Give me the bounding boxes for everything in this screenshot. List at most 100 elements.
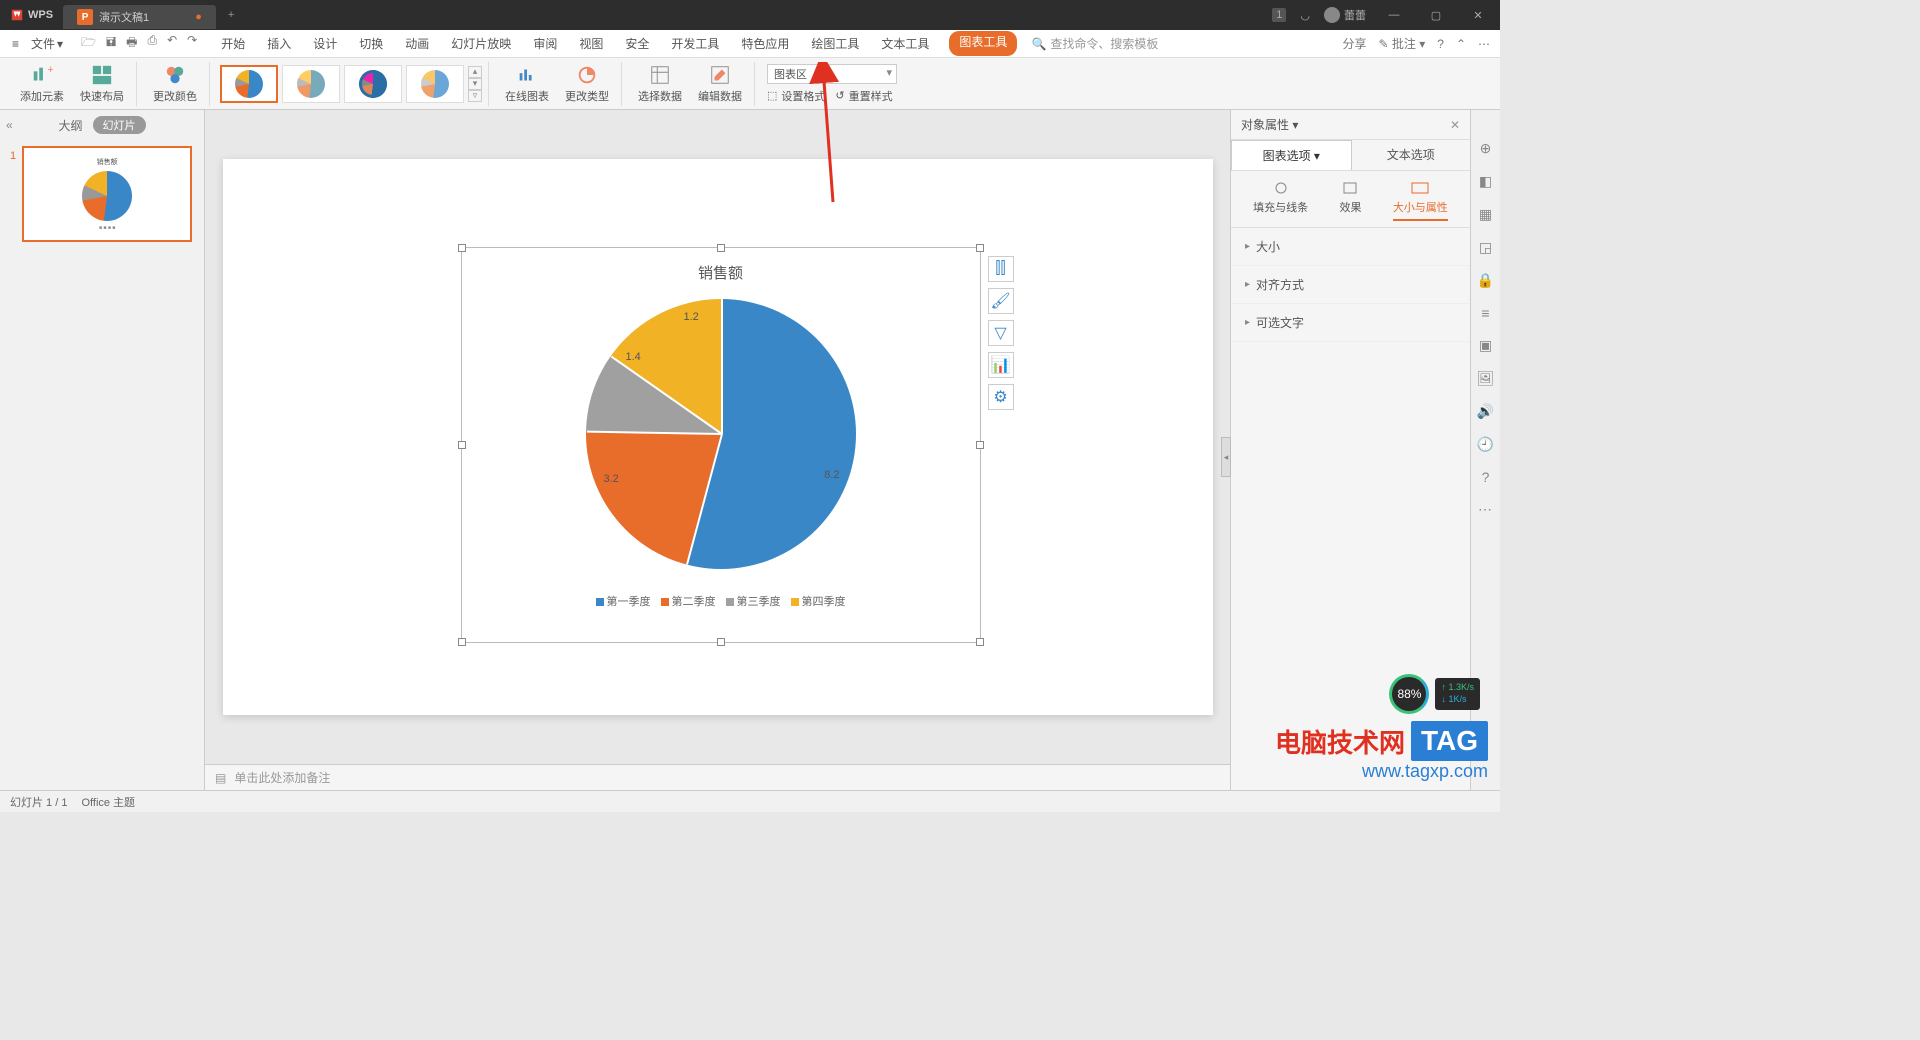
chart-settings-icon[interactable]: ⚙ xyxy=(988,384,1014,410)
slides-tab[interactable]: 幻灯片 xyxy=(93,116,146,134)
pie-chart[interactable] xyxy=(586,299,856,569)
skin-icon[interactable]: ◡ xyxy=(1300,9,1310,22)
tab-special[interactable]: 特色应用 xyxy=(739,31,791,56)
gallery-down-icon[interactable]: ▾ xyxy=(468,78,482,90)
help-icon[interactable]: ? xyxy=(1437,37,1444,51)
close-panel-icon[interactable]: ✕ xyxy=(1450,118,1460,132)
tab-design[interactable]: 设计 xyxy=(311,31,339,56)
tab-home[interactable]: 开始 xyxy=(219,31,247,56)
document-tab[interactable]: P 演示文稿1 ● xyxy=(63,5,216,29)
user-account[interactable]: 蕾蕾 xyxy=(1324,7,1366,23)
print-preview-icon[interactable]: ⎙ xyxy=(147,33,157,54)
slide-thumbnail[interactable]: 销售额 ■ ■ ■ ■ xyxy=(22,146,192,242)
tab-animation[interactable]: 动画 xyxy=(403,31,431,56)
resize-handle[interactable] xyxy=(717,638,725,646)
resize-handle[interactable] xyxy=(458,441,466,449)
undo-icon[interactable]: ↶ xyxy=(167,33,177,54)
rail-more-icon[interactable]: ⋯ xyxy=(1478,501,1493,518)
add-tab-button[interactable]: + xyxy=(216,9,246,21)
effect-subtab[interactable]: 效果 xyxy=(1336,181,1364,221)
chart-style-3[interactable] xyxy=(344,65,402,103)
chart-elements-icon[interactable]: ⫿⫿ xyxy=(988,256,1014,282)
notes-bar[interactable]: ▤ 单击此处添加备注 xyxy=(205,764,1230,790)
change-color-button[interactable]: 更改颜色 xyxy=(149,62,201,106)
align-section[interactable]: ▸对齐方式 xyxy=(1231,266,1470,304)
rail-sound-icon[interactable]: 🔊 xyxy=(1477,403,1494,420)
chart-style-2[interactable] xyxy=(282,65,340,103)
rail-lock-icon[interactable]: 🔒 xyxy=(1477,272,1494,289)
more-icon[interactable]: ⋯ xyxy=(1478,37,1490,51)
chart-title[interactable]: 销售额 xyxy=(462,248,980,283)
chart-filter-icon[interactable]: ▽ xyxy=(988,320,1014,346)
resize-handle[interactable] xyxy=(717,244,725,252)
edit-data-button[interactable]: 编辑数据 xyxy=(694,62,746,106)
chart-type-icon[interactable]: 📊 xyxy=(988,352,1014,378)
tab-developer[interactable]: 开发工具 xyxy=(669,31,721,56)
resize-handle[interactable] xyxy=(976,441,984,449)
tab-transition[interactable]: 切换 xyxy=(357,31,385,56)
quick-layout-button[interactable]: 快速布局 xyxy=(76,62,128,106)
resize-handle[interactable] xyxy=(976,244,984,252)
notification-badge[interactable]: 1 xyxy=(1272,8,1286,22)
chart-floating-tools: ⫿⫿ 🖌 ▽ 📊 ⚙ xyxy=(988,256,1014,410)
gallery-more-icon[interactable]: ▿ xyxy=(468,90,482,102)
resize-handle[interactable] xyxy=(976,638,984,646)
minimize-button[interactable]: — xyxy=(1380,9,1408,21)
slide[interactable]: 销售额 8.2 3.2 1.4 1.2 第 xyxy=(223,159,1213,715)
fill-line-subtab[interactable]: 填充与线条 xyxy=(1253,181,1308,221)
menu-icon[interactable]: ≡ xyxy=(8,35,23,53)
rail-image-icon[interactable]: 🖼 xyxy=(1477,370,1495,387)
rail-new-icon[interactable]: ⊕ xyxy=(1480,140,1492,157)
size-section[interactable]: ▸大小 xyxy=(1231,228,1470,266)
rail-clock-icon[interactable]: 🕘 xyxy=(1477,436,1494,453)
change-type-button[interactable]: 更改类型 xyxy=(561,62,613,106)
rail-template-icon[interactable]: ▦ xyxy=(1479,206,1492,223)
open-icon[interactable]: 🗁 xyxy=(81,33,96,54)
watermark: 电脑技术网 TAG www.tagxp.com xyxy=(1275,721,1488,782)
tab-drawing-tools[interactable]: 绘图工具 xyxy=(809,31,861,56)
chart-legend[interactable]: 第一季度 第二季度 第三季度 第四季度 xyxy=(462,593,980,609)
gallery-up-icon[interactable]: ▴ xyxy=(468,66,482,78)
share-button[interactable]: 分享 xyxy=(1342,35,1366,52)
rail-material-icon[interactable]: ◲ xyxy=(1479,239,1492,256)
annotate-button[interactable]: ✎ 批注 ▾ xyxy=(1378,35,1425,52)
tab-chart-tools[interactable]: 图表工具 xyxy=(949,31,1017,56)
alttext-section[interactable]: ▸可选文字 xyxy=(1231,304,1470,342)
rail-help-icon[interactable]: ? xyxy=(1482,469,1490,485)
resize-handle[interactable] xyxy=(458,638,466,646)
outline-tab[interactable]: 大纲 xyxy=(58,117,82,134)
chart-object[interactable]: 销售额 8.2 3.2 1.4 1.2 第 xyxy=(461,247,981,643)
select-data-button[interactable]: 选择数据 xyxy=(634,62,686,106)
size-props-subtab[interactable]: 大小与属性 xyxy=(1393,181,1448,221)
search-icon: 🔍 xyxy=(1031,37,1046,51)
tab-text-tools[interactable]: 文本工具 xyxy=(879,31,931,56)
collapse-ribbon-icon[interactable]: ⌃ xyxy=(1456,37,1466,51)
command-search[interactable]: 🔍 查找命令、搜索模板 xyxy=(1031,35,1158,52)
print-icon[interactable]: 🖶 xyxy=(126,33,137,54)
rail-style-icon[interactable]: ◧ xyxy=(1479,173,1492,190)
panel-collapse-handle[interactable]: ◂ xyxy=(1221,437,1231,477)
rail-tools-icon[interactable]: ≡ xyxy=(1481,305,1489,321)
redo-icon[interactable]: ↷ xyxy=(187,33,197,54)
online-chart-button[interactable]: 在线图表 xyxy=(501,62,553,106)
tab-slideshow[interactable]: 幻灯片放映 xyxy=(449,31,513,56)
file-menu[interactable]: 文件 ▾ xyxy=(25,33,69,54)
tab-insert[interactable]: 插入 xyxy=(265,31,293,56)
add-element-button[interactable]: + 添加元素 xyxy=(16,62,68,106)
save-icon[interactable]: 🖬 xyxy=(106,33,116,54)
maximize-button[interactable]: ▢ xyxy=(1422,9,1450,22)
collapse-panel-icon[interactable]: « xyxy=(6,118,13,132)
rail-screenshot-icon[interactable]: ▣ xyxy=(1479,337,1492,354)
tab-view[interactable]: 视图 xyxy=(577,31,605,56)
speed-widget[interactable]: 88% ↑ 1.3K/s ↓ 1K/s xyxy=(1389,674,1480,714)
resize-handle[interactable] xyxy=(458,244,466,252)
annotation-arrow xyxy=(805,62,865,222)
close-button[interactable]: ✕ xyxy=(1464,9,1492,22)
tab-security[interactable]: 安全 xyxy=(623,31,651,56)
chart-styles-icon[interactable]: 🖌 xyxy=(988,288,1014,314)
chart-options-tab[interactable]: 图表选项 ▾ xyxy=(1231,140,1352,170)
chart-style-1[interactable] xyxy=(220,65,278,103)
chart-style-4[interactable] xyxy=(406,65,464,103)
text-options-tab[interactable]: 文本选项 xyxy=(1352,140,1471,170)
tab-review[interactable]: 审阅 xyxy=(531,31,559,56)
